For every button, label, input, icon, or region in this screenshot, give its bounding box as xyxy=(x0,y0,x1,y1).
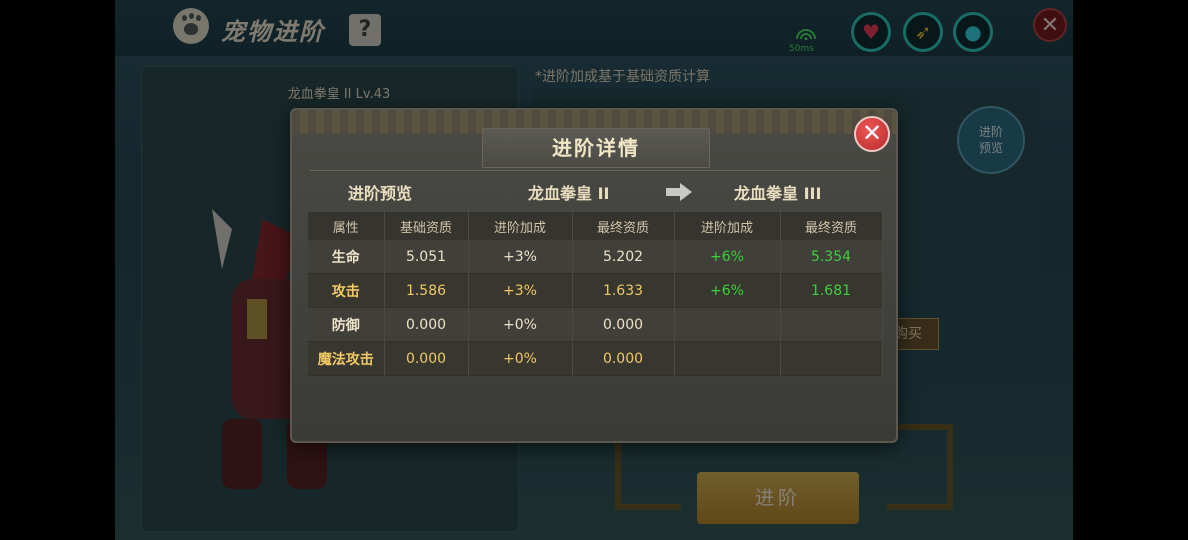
final-current: 0.000 xyxy=(572,341,675,376)
attr-name: 魔法攻击 xyxy=(308,341,385,376)
pet-name-level: 龙血拳皇 II Lv.43 xyxy=(287,87,391,102)
next-form-name: 龙血拳皇 III xyxy=(734,184,822,203)
bonus-next xyxy=(674,341,781,376)
close-window-button[interactable]: ✕ xyxy=(1033,8,1067,42)
advance-details-dialog: 进阶详情 ✕ 进阶预览 龙血拳皇 II 龙血拳皇 III 属性 基础资质 进阶加… xyxy=(290,108,898,443)
bonus-next xyxy=(674,307,781,342)
advance-button[interactable]: 进阶 xyxy=(697,472,859,524)
heart-icon: ♥ xyxy=(862,20,880,44)
final-next xyxy=(780,307,883,342)
column-header: 进阶加成 xyxy=(674,212,781,240)
column-header: 进阶加成 xyxy=(468,212,573,240)
bonus-note: *进阶加成基于基础资质计算 xyxy=(535,69,710,85)
ping-readout: 50ms xyxy=(789,44,814,54)
attr-name: 防御 xyxy=(308,307,385,342)
attr-name: 生命 xyxy=(308,240,385,274)
bonus-current: +0% xyxy=(468,307,573,342)
top-bar: 宠物进阶 ? 50ms ♥ ➶ ● ✕ xyxy=(115,0,1073,56)
base-value: 1.586 xyxy=(384,273,469,308)
bonus-next: +6% xyxy=(674,240,781,274)
table-row: 防御 0.000 +0% 0.000 xyxy=(308,307,883,342)
final-next: 5.354 xyxy=(780,240,883,274)
base-value: 0.000 xyxy=(384,341,469,376)
attr-name: 攻击 xyxy=(308,273,385,308)
dialog-close-button[interactable]: ✕ xyxy=(854,116,890,152)
table-header-row: 属性 基础资质 进阶加成 最终资质 进阶加成 最终资质 xyxy=(308,212,883,240)
base-value: 0.000 xyxy=(384,307,469,342)
dialog-title: 进阶详情 xyxy=(552,136,640,160)
water-ring[interactable]: ● xyxy=(953,12,993,52)
column-header: 基础资质 xyxy=(384,212,469,240)
preview-button-label: 进阶 预览 xyxy=(978,125,1003,155)
bonus-current: +0% xyxy=(468,341,573,376)
preview-label: 进阶预览 xyxy=(348,184,413,203)
table-row: 生命 5.051 +3% 5.202 +6% 5.354 xyxy=(308,240,883,274)
final-next xyxy=(780,341,883,376)
column-header: 最终资质 xyxy=(780,212,883,240)
stats-table: 属性 基础资质 进阶加成 最终资质 进阶加成 最终资质 生命 5.051 +3%… xyxy=(308,212,883,376)
base-value: 5.051 xyxy=(384,240,469,274)
signal-icon xyxy=(796,29,816,40)
table-row: 攻击 1.586 +3% 1.633 +6% 1.681 xyxy=(308,273,883,308)
column-header: 最终资质 xyxy=(572,212,675,240)
help-button[interactable]: ? xyxy=(349,14,381,46)
divider xyxy=(310,170,880,171)
final-current: 1.633 xyxy=(572,273,675,308)
advance-preview-button[interactable]: 进阶 预览 xyxy=(957,106,1025,174)
final-current: 5.202 xyxy=(572,240,675,274)
bonus-next: +6% xyxy=(674,273,781,308)
close-icon: ✕ xyxy=(861,119,883,147)
final-next: 1.681 xyxy=(780,273,883,308)
column-header: 属性 xyxy=(308,212,385,240)
food-icon: ➶ xyxy=(914,20,932,44)
hunger-ring[interactable]: ➶ xyxy=(903,12,943,52)
bonus-current: +3% xyxy=(468,273,573,308)
bonus-current: +3% xyxy=(468,240,573,274)
arrow-right-icon xyxy=(666,183,692,201)
final-current: 0.000 xyxy=(572,307,675,342)
paw-icon xyxy=(173,8,209,44)
current-form-name: 龙血拳皇 II xyxy=(528,184,610,203)
water-drop-icon: ● xyxy=(964,20,982,44)
page-title: 宠物进阶 xyxy=(221,18,325,46)
dialog-title-plate: 进阶详情 xyxy=(482,128,710,168)
close-icon: ✕ xyxy=(1040,13,1060,38)
health-ring[interactable]: ♥ xyxy=(851,12,891,52)
table-row: 魔法攻击 0.000 +0% 0.000 xyxy=(308,341,883,376)
